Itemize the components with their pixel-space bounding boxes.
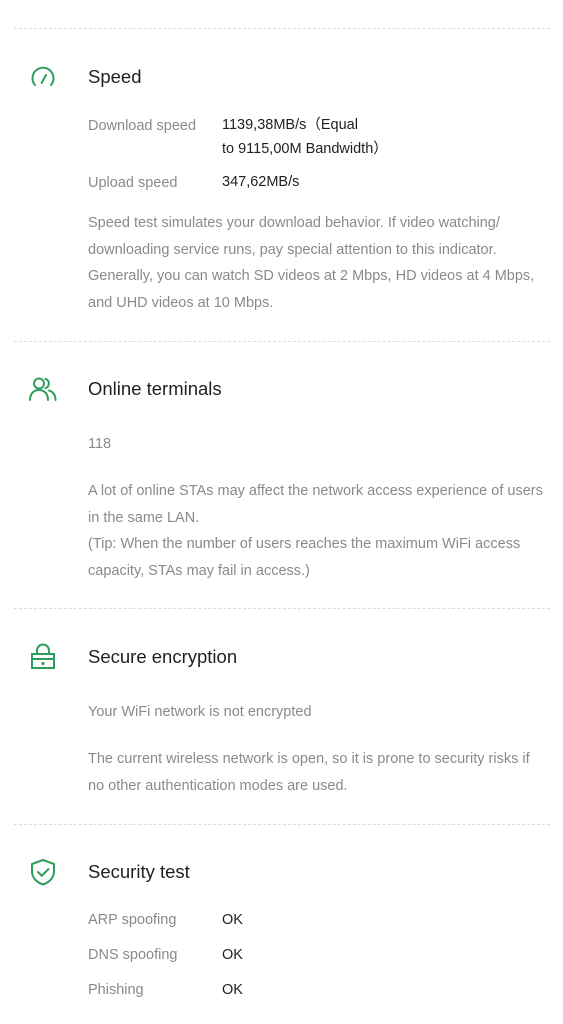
speed-description: Speed test simulates your download behav… [88, 210, 544, 316]
section-title: Secure encryption [88, 646, 238, 667]
section-title: Speed [88, 66, 142, 87]
online-terminals-description-line1: A lot of online STAs may affect the netw… [88, 483, 543, 526]
upload-speed-value: 347,62MB/s [222, 174, 300, 190]
encryption-description-text: The current wireless network is open, so… [88, 751, 530, 794]
upload-speed-label: Upload speed [88, 175, 178, 191]
encryption-description: The current wireless network is open, so… [88, 746, 544, 799]
lock-icon [28, 642, 58, 672]
download-speed-value: 1139,38MB/s（Equal to 9115,00M Bandwidth） [222, 113, 388, 161]
download-speed-value-line1: 1139,38MB/s（Equal [222, 117, 358, 133]
section-title: Security test [88, 861, 190, 882]
divider [14, 608, 550, 609]
download-speed-label: Download speed [88, 118, 197, 134]
online-terminals-description-line2: (Tip: When the number of users reaches t… [88, 536, 521, 579]
divider [14, 824, 550, 825]
divider [14, 341, 550, 342]
arp-spoofing-value: OK [222, 912, 243, 928]
dns-spoofing-label: DNS spoofing [88, 947, 178, 963]
divider [14, 28, 550, 29]
phishing-label: Phishing [88, 982, 144, 998]
encryption-status: Your WiFi network is not encrypted [88, 704, 312, 720]
section-title: Online terminals [88, 378, 222, 399]
arp-spoofing-label: ARP spoofing [88, 912, 177, 928]
phishing-value: OK [222, 982, 243, 998]
speedometer-icon [28, 62, 58, 92]
shield-check-icon [28, 857, 58, 887]
speed-description-text: Speed test simulates your download behav… [88, 215, 535, 311]
download-speed-value-line2: to 9115,00M Bandwidth） [222, 141, 388, 157]
online-terminals-description: A lot of online STAs may affect the netw… [88, 478, 544, 584]
users-icon [28, 374, 58, 404]
online-terminals-count: 118 [88, 436, 112, 452]
dns-spoofing-value: OK [222, 947, 243, 963]
